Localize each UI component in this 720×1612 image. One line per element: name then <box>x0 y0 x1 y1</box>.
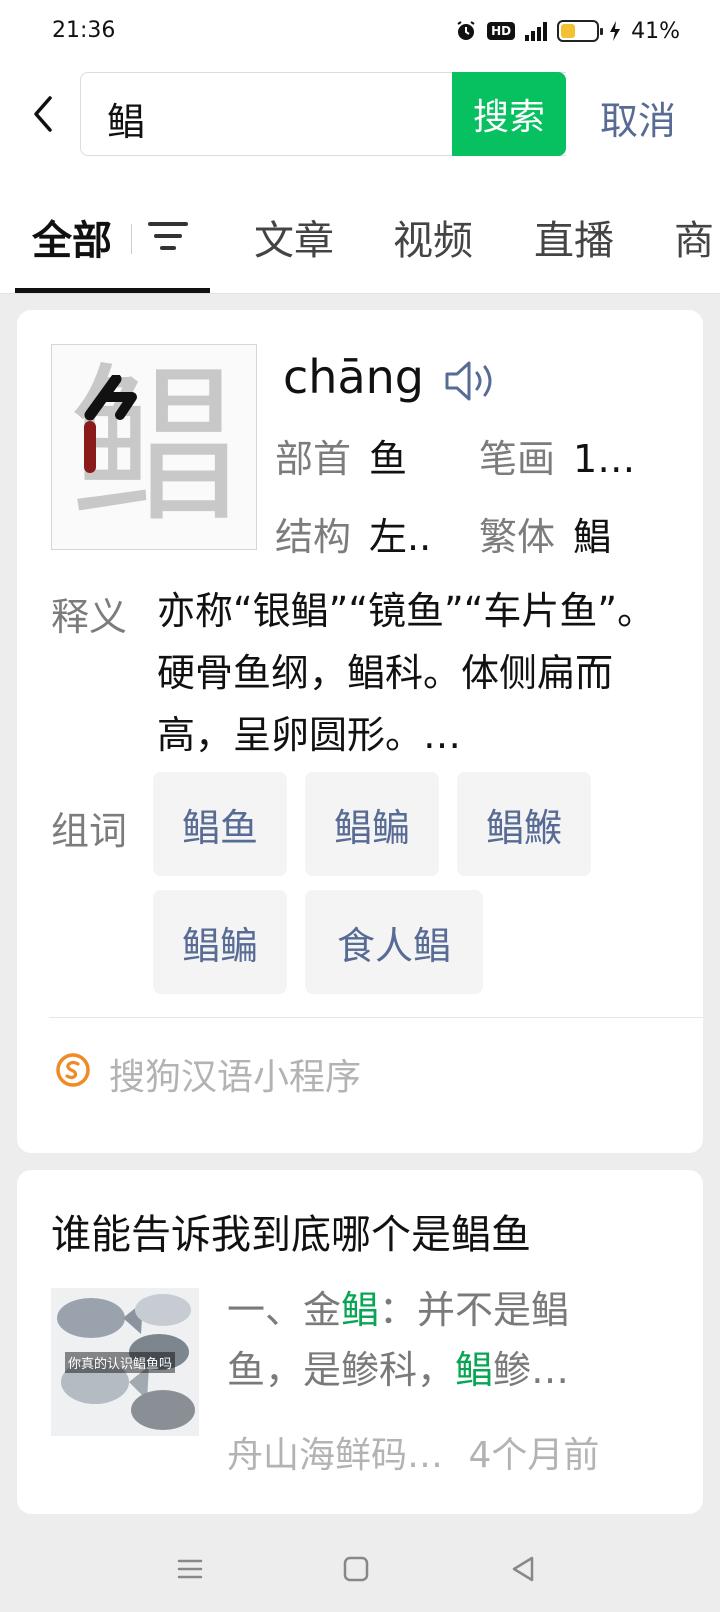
sogou-logo-icon <box>56 1053 90 1087</box>
tab-divider <box>131 224 132 254</box>
definition-text[interactable]: 亦称“银鲳”“镜鱼”“车片鱼”。硬骨鱼纲，鲳科。体侧扁而高，呈卵圆形。… <box>157 580 667 766</box>
pinyin: chāng <box>283 350 424 404</box>
article-result-card[interactable]: 谁能告诉我到底哪个是鲳鱼 你真的认识鲳鱼吗 一、金鲳：并不是鲳鱼，是鲹科，鲳鲹…… <box>17 1170 703 1514</box>
tab-indicator <box>15 288 210 293</box>
back-triangle-icon[interactable] <box>508 1554 538 1584</box>
article-time: 4个月前 <box>468 1435 600 1476</box>
strokes-value: 1… <box>573 437 636 481</box>
tab-live[interactable]: 直播 <box>534 208 614 266</box>
status-time: 21:36 <box>52 18 116 43</box>
battery-icon <box>557 20 604 42</box>
strokes-label: 笔画 <box>479 437 556 481</box>
system-nav-bar <box>0 1524 720 1612</box>
filter-icon[interactable] <box>148 218 188 254</box>
tab-articles[interactable]: 文章 <box>254 208 334 266</box>
thumbnail-caption: 你真的认识鲳鱼吗 <box>65 1352 176 1373</box>
radical-value: 鱼 <box>369 437 408 481</box>
alarm-icon <box>457 21 475 40</box>
battery-percent: 41% <box>631 18 680 44</box>
radical-label: 部首 <box>275 437 352 481</box>
menu-icon[interactable] <box>175 1554 205 1584</box>
snippet-text: 一、金 <box>227 1288 342 1332</box>
stroke-order-image[interactable]: 鲳 <box>51 344 257 550</box>
back-arrow-icon[interactable] <box>28 92 58 136</box>
word-chip[interactable]: 鲳鳊 <box>305 772 439 876</box>
signal-4g-icon <box>525 21 548 41</box>
structure-value: 左.. <box>369 515 432 559</box>
article-snippet: 一、金鲳：并不是鲳鱼，是鲹科，鲳鲹… <box>227 1280 627 1400</box>
hd-icon: HD <box>487 22 516 40</box>
snippet-highlight: 鲳 <box>341 1288 380 1332</box>
status-bar: 21:36 HD 41% <box>0 0 720 64</box>
card-divider <box>49 1017 703 1018</box>
source-mini-program[interactable]: 搜狗汉语小程序 <box>109 1048 361 1100</box>
search-button[interactable]: 搜索 <box>452 72 566 156</box>
article-meta: 舟山海鲜码… 4个月前 <box>227 1426 599 1478</box>
structure-row: 结构 左.. <box>275 506 431 561</box>
snippet-text: 鲹… <box>493 1348 570 1392</box>
tab-shop[interactable]: 商 <box>674 208 714 266</box>
traditional-value: 鯧 <box>573 515 612 559</box>
word-chip[interactable]: 鲳鯸 <box>457 772 591 876</box>
tab-videos[interactable]: 视频 <box>393 208 473 266</box>
tab-all[interactable]: 全部 <box>32 208 112 266</box>
filter-tabs: 全部 文章 视频 直播 商 <box>0 174 720 294</box>
battery-level <box>561 24 576 38</box>
charging-icon <box>610 21 621 41</box>
word-chip[interactable]: 鲳鱼 <box>153 772 287 876</box>
article-source: 舟山海鲜码… <box>227 1435 444 1476</box>
article-title[interactable]: 谁能告诉我到底哪个是鲳鱼 <box>51 1202 531 1260</box>
traditional-row: 繁体鯧 <box>479 506 611 561</box>
search-query[interactable]: 鲳 <box>107 91 145 146</box>
strokes-row: 笔画 1… <box>479 428 635 483</box>
cancel-button[interactable]: 取消 <box>600 90 676 145</box>
word-chip[interactable]: 食人鲳 <box>305 890 483 994</box>
structure-label: 结构 <box>275 515 352 559</box>
status-icons: HD 41% <box>455 17 680 45</box>
definition-label: 释义 <box>51 595 128 639</box>
search-header: 鲳 搜索 取消 <box>0 64 720 174</box>
snippet-highlight: 鲳 <box>455 1348 494 1392</box>
dictionary-card[interactable]: 鲳 chāng 部首鱼 笔画 1… 结构 左.. 繁体鯧 释义 亦称“银鲳”“镜鱼”… <box>17 310 703 1153</box>
speaker-icon[interactable] <box>443 358 501 404</box>
article-thumbnail[interactable]: 你真的认识鲳鱼吗 <box>51 1288 199 1436</box>
traditional-label: 繁体 <box>479 515 556 559</box>
home-icon[interactable] <box>341 1554 371 1584</box>
radical-row: 部首鱼 <box>275 428 407 483</box>
first-stroke-highlight <box>84 375 137 473</box>
words-label: 组词 <box>51 809 128 853</box>
word-chip[interactable]: 鲳鳊 <box>153 890 287 994</box>
